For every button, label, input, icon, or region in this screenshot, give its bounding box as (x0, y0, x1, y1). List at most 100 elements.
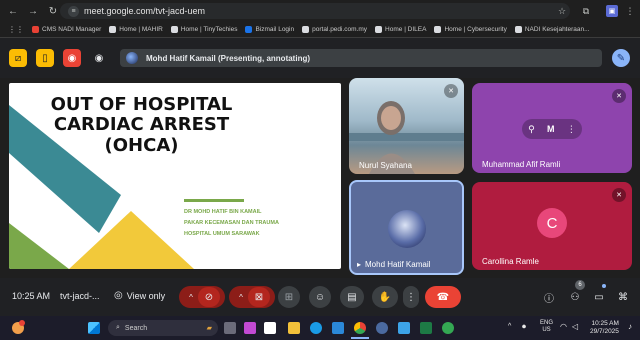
profile-icon[interactable]: ▣ (606, 5, 618, 17)
pin-icon[interactable]: ⚲ (528, 124, 535, 135)
avatar: C (537, 208, 567, 238)
activities-icon[interactable]: ⌘ (614, 286, 632, 308)
microphone-icon[interactable]: ⏺ (522, 322, 526, 332)
camera-control: ^ ⊠ (229, 286, 275, 308)
windows-taskbar: ⌕ Search ▰ ^ ⏺ ENG US ◠ ◁ 10:25 AM 29/7/… (0, 316, 640, 340)
excel-icon[interactable] (420, 322, 432, 334)
eye-icon[interactable]: ◉ (90, 49, 108, 67)
participant-tile-hatif[interactable]: ▸ Mohd Hatif Kamail (349, 180, 464, 275)
author-title: PAKAR KECEMASAN DAN TRAUMA (184, 220, 279, 226)
annotate-pen-icon[interactable]: ✎ (612, 49, 630, 67)
settings-gear-icon[interactable] (376, 322, 388, 334)
browser-toolbar: ← → ↻ ≡ meet.google.com/tvt-jacd-uem ☆ ⧉… (0, 0, 640, 22)
reload-icon[interactable]: ↻ (46, 4, 60, 18)
participant-logo: M (547, 124, 555, 134)
mic-options-chevron-icon[interactable]: ^ (184, 293, 198, 302)
mic-control: ^ ⊘ (179, 286, 225, 308)
edge-icon[interactable] (310, 322, 322, 334)
more-options-icon[interactable]: ⋮ (403, 286, 419, 308)
chat-icon[interactable]: ▭ (590, 286, 608, 308)
task-view-icon[interactable] (224, 322, 236, 334)
meeting-time: 10:25 AM (12, 291, 51, 301)
reactions-icon[interactable]: ☺ (309, 286, 331, 308)
chat-unread-dot (602, 284, 606, 288)
app-icon-2[interactable] (398, 322, 410, 334)
bookmark-portal-pedi[interactable]: portal.pedi.com.my (302, 26, 367, 33)
screen-share-off-icon[interactable]: ⧄ (9, 49, 27, 67)
bookmark-dilea[interactable]: Home | DILEA (375, 26, 426, 33)
camera-options-chevron-icon[interactable]: ^ (234, 293, 248, 302)
participant-tile-carollina[interactable]: ✕ C Carollina Ramle (472, 182, 632, 270)
chrome-icon[interactable] (354, 322, 366, 334)
mic-off-icon[interactable]: ⊘ (198, 287, 220, 307)
store-icon[interactable] (332, 322, 344, 334)
system-clock[interactable]: 10:25 AM 29/7/2025 (590, 320, 619, 336)
site-info-icon[interactable]: ≡ (68, 5, 79, 17)
windows-start-icon[interactable] (88, 322, 100, 334)
back-icon[interactable]: ← (6, 4, 20, 18)
mic-off-icon: ✕ (612, 188, 626, 202)
pip-icon[interactable]: ▯ (36, 49, 54, 67)
apps-icon[interactable]: ⋮⋮ (8, 25, 24, 34)
notifications-bell-icon[interactable]: ♪ (628, 322, 632, 331)
bookmark-bizmail[interactable]: Bizmail Login (245, 26, 294, 33)
address-bar[interactable]: ≡ meet.google.com/tvt-jacd-uem (60, 3, 570, 19)
leave-call-icon[interactable]: ☎ (425, 286, 461, 308)
presenter-text: Mohd Hatif Kamail (Presenting, annotatin… (146, 53, 311, 63)
bookmark-nadi-kesejahteraan[interactable]: NADI Kesejahteraan... (514, 26, 590, 33)
file-explorer-icon[interactable] (288, 322, 300, 334)
bookmark-cybersecurity[interactable]: Home | Cybersecurity (434, 26, 507, 33)
meet-top-bar: ⧄ ▯ ◉ ◉ Mohd Hatif Kamail (Presenting, a… (0, 38, 640, 78)
language-indicator[interactable]: ENG US (540, 320, 553, 334)
taskbar-search[interactable]: ⌕ Search ▰ (108, 320, 218, 336)
participant-tile-nurul[interactable]: ✕ Nurul Syahana (349, 78, 464, 174)
favicon-icon (302, 26, 310, 33)
lang-region: US (542, 327, 551, 333)
star-icon[interactable]: ☆ (556, 5, 568, 17)
camera-off-icon[interactable]: ⊠ (248, 287, 270, 307)
bookmark-tinytechies[interactable]: Home | TinyTechies (170, 26, 237, 33)
chrome-profile-icon[interactable] (442, 322, 454, 334)
slide-author-block: DR MOHD HATIF BIN KAMAIL PAKAR KECEMASAN… (184, 207, 279, 240)
app-icon[interactable] (264, 322, 276, 334)
present-screen-icon[interactable]: ⊞ (278, 286, 300, 308)
participant-tile-afif[interactable]: ✕ ⚲ M ⋮ Muhammad Afif Ramli (472, 83, 632, 173)
more-options-icon[interactable]: ⋮ (567, 124, 576, 135)
favicon-icon (375, 26, 383, 33)
meeting-code: tvt-jacd-... (60, 291, 100, 301)
slide-title: OUT OF HOSPITAL CARDIAC ARREST (OHCA) (39, 94, 244, 156)
presenting-icon: ▸ (357, 260, 362, 269)
participant-name-text: Mohd Hatif Kamail (365, 260, 431, 269)
green-shape (9, 223, 69, 269)
bookmark-cms-nadi[interactable]: CMS NADI Manager (32, 26, 101, 33)
captions-icon[interactable]: ▤ (340, 286, 364, 308)
avatar (126, 52, 138, 64)
presented-slide: OUT OF HOSPITAL CARDIAC ARREST (OHCA) DR… (9, 83, 341, 269)
slide-title-line: OUT OF HOSPITAL (50, 94, 233, 115)
participant-name: Nurul Syahana (359, 161, 412, 170)
eye-icon: ◎ (114, 290, 123, 301)
bookmarks-bar: ⋮⋮ CMS NADI Manager Home | MAHIR Home | … (0, 22, 640, 38)
meet-control-bar: 10:25 AM tvt-jacd-... ◎ View only ^ ⊘ ^ ⊠… (0, 278, 640, 316)
active-app-indicator (351, 337, 369, 339)
extensions-icon[interactable]: ⧉ (580, 5, 592, 17)
favicon-icon (170, 26, 178, 33)
slide-title-line: CARDIAC ARREST (53, 114, 230, 136)
wifi-icon[interactable]: ◠ (560, 322, 567, 331)
menu-kebab-icon[interactable]: ⋮ (624, 5, 636, 17)
slide-title-line: (OHCA) (104, 134, 179, 156)
record-icon[interactable]: ◉ (63, 49, 81, 67)
bookmark-label: Home | Cybersecurity (444, 26, 507, 33)
copilot-icon[interactable] (244, 322, 256, 334)
meeting-info-icon[interactable]: ⓘ (540, 286, 558, 308)
forward-icon[interactable]: → (26, 4, 40, 18)
view-only-indicator[interactable]: ◎ View only (114, 290, 165, 301)
raise-hand-icon[interactable]: ✋ (372, 286, 398, 308)
tile-hover-controls: ⚲ M ⋮ (522, 119, 582, 139)
volume-icon[interactable]: ◁ (572, 322, 578, 331)
author-hospital: HOSPITAL UMUM SARAWAK (184, 231, 260, 237)
bookmark-mahir[interactable]: Home | MAHIR (109, 26, 163, 33)
favicon-icon (109, 26, 117, 33)
author-name: DR MOHD HATIF BIN KAMAIL (184, 209, 262, 215)
show-hidden-icons-chevron-icon[interactable]: ^ (508, 323, 511, 330)
